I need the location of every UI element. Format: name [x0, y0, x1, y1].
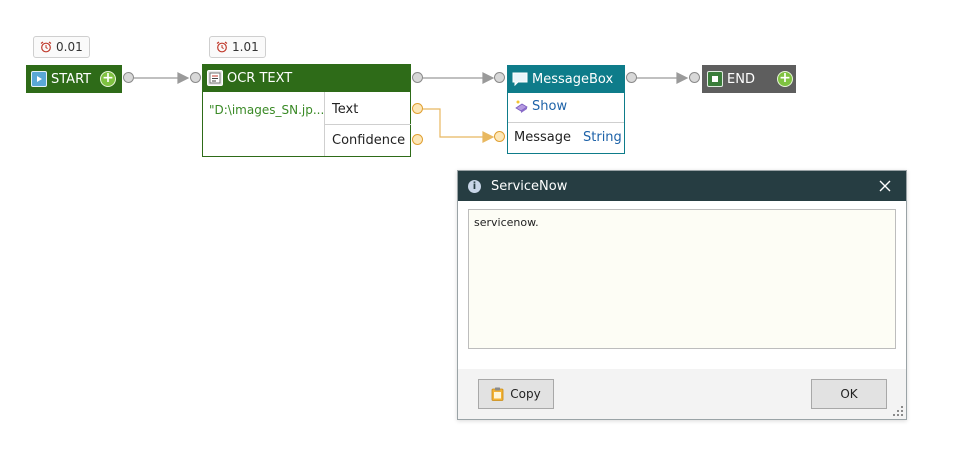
- dialog-message-box[interactable]: servicenow.: [468, 209, 896, 349]
- ocr-icon: [207, 70, 223, 86]
- message-input-port[interactable]: [494, 131, 505, 142]
- message-dialog: i ServiceNow servicenow. Copy OK: [457, 170, 907, 420]
- dialog-message: servicenow.: [474, 216, 539, 229]
- clipboard-icon: [491, 387, 504, 401]
- dialog-titlebar[interactable]: i ServiceNow: [458, 171, 906, 201]
- confidence-output-port[interactable]: [412, 134, 423, 145]
- messagebox-param-name: Message: [514, 130, 571, 145]
- dialog-title: ServiceNow: [491, 178, 568, 194]
- start-node-label: START: [51, 71, 92, 87]
- messagebox-node-label: MessageBox: [532, 71, 614, 87]
- text-output-port[interactable]: [412, 103, 423, 114]
- alarm-clock-icon: [40, 41, 52, 53]
- messagebox-node-body: Show Message String: [507, 93, 625, 154]
- alarm-clock-icon: [216, 41, 228, 53]
- speech-bubble-icon: [512, 71, 528, 87]
- ocr-node-label: OCR TEXT: [227, 70, 293, 86]
- messagebox-input-port[interactable]: [494, 72, 505, 83]
- messagebox-param-type: String: [583, 130, 622, 145]
- timer-badge-start: 0.01: [33, 36, 90, 58]
- add-step-icon[interactable]: +: [100, 71, 116, 87]
- end-node[interactable]: END +: [702, 65, 796, 93]
- messagebox-node[interactable]: MessageBox: [507, 65, 625, 93]
- add-step-icon[interactable]: +: [777, 71, 793, 87]
- dialog-content: servicenow.: [458, 201, 906, 369]
- divider: [508, 122, 624, 123]
- ocr-text-node[interactable]: OCR TEXT: [202, 64, 411, 92]
- close-icon[interactable]: [877, 178, 893, 194]
- copy-button-label: Copy: [510, 387, 541, 401]
- ocr-node-body: "D:\images_SN.jp... Text Confidence: [202, 92, 411, 157]
- end-icon: [707, 71, 723, 87]
- timer-badge-ocr: 1.01: [209, 36, 266, 58]
- start-icon: [31, 71, 47, 87]
- timer-value: 0.01: [56, 40, 83, 54]
- ok-button[interactable]: OK: [811, 379, 887, 409]
- ocr-output-text: Text: [332, 102, 359, 117]
- ocr-output-port[interactable]: [412, 72, 423, 83]
- start-output-port[interactable]: [123, 72, 134, 83]
- start-node[interactable]: START +: [26, 65, 122, 93]
- timer-value: 1.01: [232, 40, 259, 54]
- ocr-output-confidence: Confidence: [332, 133, 406, 148]
- messagebox-output-port[interactable]: [626, 72, 637, 83]
- divider: [325, 124, 411, 125]
- end-input-port[interactable]: [689, 72, 700, 83]
- end-node-label: END: [727, 71, 755, 87]
- info-icon: i: [468, 179, 481, 193]
- ok-button-label: OK: [840, 387, 858, 401]
- copy-button[interactable]: Copy: [478, 379, 554, 409]
- messagebox-action[interactable]: Show: [532, 99, 567, 114]
- ocr-input-port[interactable]: [190, 72, 201, 83]
- resize-grip-icon[interactable]: [892, 405, 904, 417]
- ocr-image-path-value[interactable]: "D:\images_SN.jp...: [209, 103, 324, 117]
- show-action-icon: [514, 99, 529, 114]
